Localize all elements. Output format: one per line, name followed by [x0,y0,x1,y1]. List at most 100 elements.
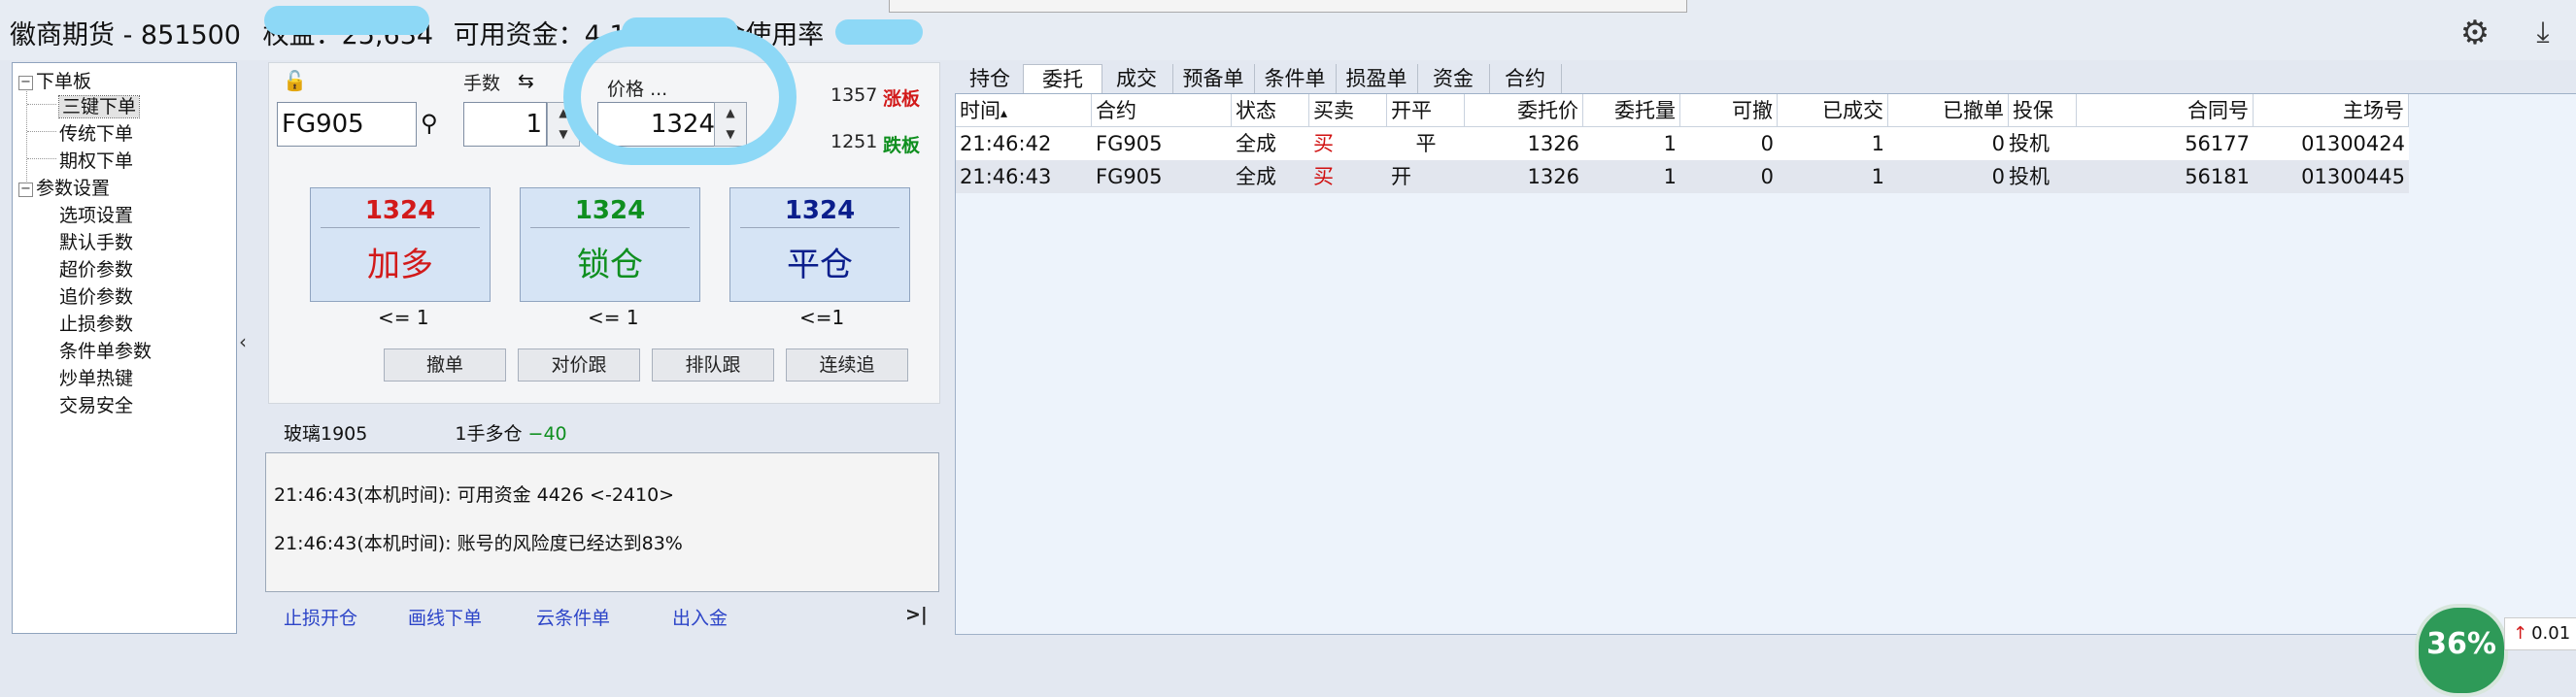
chevron-down-icon[interactable]: ⤓ [2524,14,2562,52]
table-row[interactable]: 21:46:42 FG905 全成 买 平 1326 1 0 1 0 投机 56… [956,127,2409,160]
collapse-toggle-icon[interactable]: − [18,76,33,90]
column-header[interactable]: 合约 [1092,94,1232,127]
usage-percent-badge[interactable]: 36% [2415,604,2508,697]
column-header[interactable]: 委托量 [1583,94,1680,127]
tree-item-option-order[interactable]: 期权下单 [59,147,133,173]
lock-icon[interactable]: 🔓 [283,69,307,92]
tree-item-default-lots[interactable]: 默认手数 [59,228,133,254]
cell-status: 全成 [1236,132,1276,155]
gear-icon[interactable]: ⚙ [2456,14,2494,52]
lots-input[interactable]: 1 [463,102,547,147]
position-desc: 1手多仓 [455,423,523,445]
collapse-panel-icon[interactable]: ‹ [239,330,247,353]
column-header[interactable]: 投保 [2009,94,2077,127]
tree-connector [26,84,27,187]
column-header[interactable]: 可撤 [1680,94,1778,127]
tree-group-label: 下单板 [36,71,92,92]
column-header[interactable]: 时间▴ [956,94,1092,127]
close-position-button[interactable]: 1324 平仓 [729,187,910,302]
tree-connector [27,158,56,159]
message-line: 21:46:43(本机时间): 可用资金 4426 <-2410> [274,481,674,507]
link-cloud-conditional[interactable]: 云条件单 [536,604,610,630]
link-funds-transfer[interactable]: 出入金 [672,604,728,630]
tree-item-overprice[interactable]: 超价参数 [59,255,133,282]
tab-orders[interactable]: 委托 [1023,64,1102,94]
tree-item-hotkeys[interactable]: 炒单热键 [59,364,133,390]
skip-to-end-icon[interactable]: >| [905,604,928,625]
tree-connector [27,104,56,105]
continuous-chase-button[interactable]: 连续追 [786,348,908,382]
tree-item-options[interactable]: 选项设置 [59,201,133,227]
tab-contracts[interactable]: 合约 [1489,64,1562,93]
cell-side: 买 [1313,165,1334,188]
tree-item-three-key-order[interactable]: 三键下单 [57,92,141,118]
cell-hedge: 投机 [2009,132,2050,155]
button-price: 1324 [364,196,436,225]
cancel-order-button[interactable]: 撤单 [384,348,506,382]
orders-table: 时间▴ 合约 状态 买卖 开平 委托价 委托量 可撤 已成交 已撤单 投保 合同… [955,93,2576,635]
button-price: 1324 [784,196,856,225]
divider [530,227,690,228]
upload-arrow-icon: ↑ [2513,623,2528,644]
network-speed: ↑ 0.01 [2504,617,2576,650]
tab-positions[interactable]: 持仓 [957,64,1024,93]
position-summary: 玻璃1905 1手多仓 −40 [284,419,567,446]
search-icon[interactable]: ⚲ [421,110,438,137]
column-header[interactable]: 已撤单 [1888,94,2009,127]
tree-item-security[interactable]: 交易安全 [59,391,133,417]
limit-down-label: 跌板 [883,135,921,156]
tree-item-label: 交易安全 [59,395,134,416]
add-long-button[interactable]: 1324 加多 [310,187,491,302]
settings-tree: − 下单板 三键下单 传统下单 期权下单 − 参数设置 选项设置 默认手数 超价参数… [12,62,237,634]
lock-limit: <= 1 [588,306,639,329]
collapse-toggle-icon[interactable]: − [18,183,33,197]
link-line-order[interactable]: 画线下单 [408,604,482,630]
contract-input[interactable]: FG905 [277,102,417,147]
tab-trades[interactable]: 成交 [1101,64,1173,93]
message-time: 21:46:43 [274,484,357,506]
tree-group-parameters[interactable]: − 参数设置 [18,174,110,200]
lock-position-button[interactable]: 1324 锁仓 [520,187,700,302]
follow-queue-button[interactable]: 排队跟 [652,348,774,382]
tree-item-chase-price[interactable]: 追价参数 [59,282,133,309]
table-row[interactable]: 21:46:43 FG905 全成 买 开 1326 1 0 1 0 投机 56… [956,160,2409,193]
cell-cancelable: 0 [1760,132,1774,155]
column-header[interactable]: 已成交 [1778,94,1888,127]
reverse-icon[interactable]: ⇆ [518,69,534,92]
column-header[interactable]: 开平 [1387,94,1465,127]
tree-connector [27,131,56,132]
tree-item-traditional-order[interactable]: 传统下单 [59,119,133,146]
column-header[interactable]: 买卖 [1309,94,1387,127]
cell-time: 21:46:43 [960,165,1052,188]
cell-filled: 1 [1871,165,1884,188]
follow-counter-button[interactable]: 对价跟 [518,348,640,382]
cell-contract: FG905 [1096,165,1163,188]
redaction-scribble [264,6,429,35]
tree-item-conditional[interactable]: 条件单参数 [59,337,152,363]
limit-up-label: 涨板 [883,88,921,110]
tab-prepared[interactable]: 预备单 [1172,64,1255,93]
link-stop-loss-open[interactable]: 止损开仓 [284,604,357,630]
tree-group-order-board[interactable]: − 下单板 [18,67,91,93]
tab-conditional[interactable]: 条件单 [1254,64,1337,93]
cell-price: 1326 [1527,132,1579,155]
tree-group-label: 参数设置 [36,178,111,199]
sort-ascending-icon: ▴ [1000,106,1008,121]
tab-stop-profit[interactable]: 损盈单 [1336,64,1418,93]
column-header[interactable]: 主场号 [2254,94,2409,127]
message-time: 21:46:43 [274,533,357,554]
column-header[interactable]: 合同号 [2077,94,2254,127]
cell-exchange-no: 01300424 [2301,132,2405,155]
cell-price: 1326 [1527,165,1579,188]
close-limit: <=1 [799,306,845,329]
column-header[interactable]: 状态 [1232,94,1309,127]
redaction-scribble [835,19,923,45]
tab-funds[interactable]: 资金 [1417,64,1490,93]
column-header[interactable]: 委托价 [1465,94,1583,127]
tree-item-label: 炒单热键 [59,368,134,389]
tree-item-stop-loss[interactable]: 止损参数 [59,310,133,336]
cell-side: 买 [1313,132,1334,155]
cell-canceled: 0 [1991,132,2005,155]
position-pnl: −40 [527,423,567,445]
tree-item-label: 超价参数 [59,259,134,281]
